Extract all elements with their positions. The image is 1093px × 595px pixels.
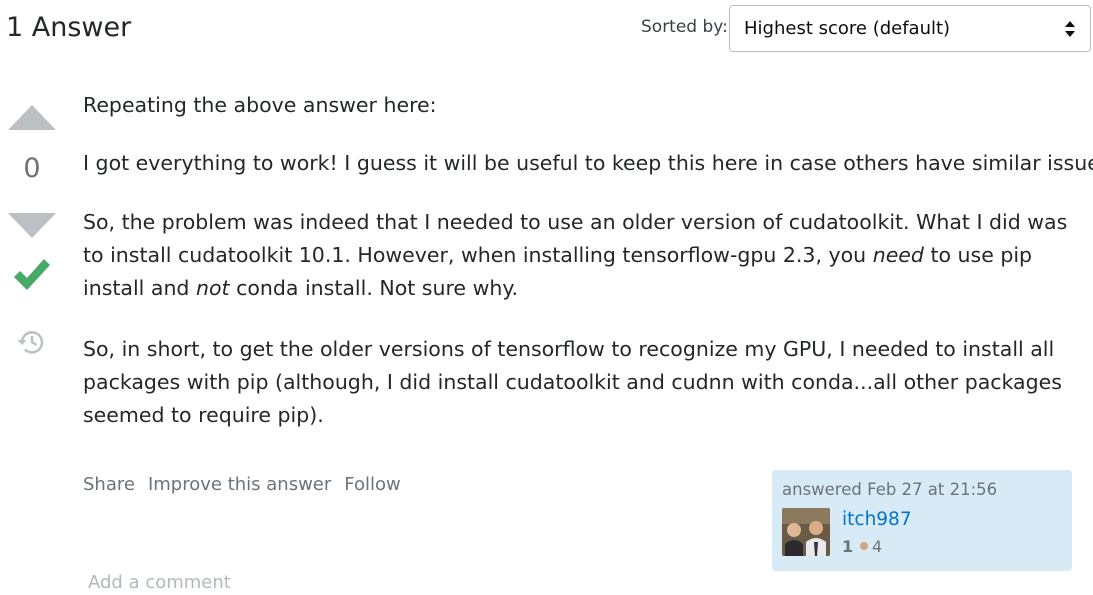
checkmark-icon: [14, 259, 50, 290]
sort-select[interactable]: Highest score (default): [729, 5, 1091, 52]
emphasis-text: not: [195, 276, 230, 300]
follow-link[interactable]: Follow: [344, 474, 400, 495]
answers-count-title: 1 Answer: [6, 12, 132, 43]
bronze-badge-value: 4: [872, 537, 883, 556]
arrow-down-icon[interactable]: [8, 213, 56, 238]
sort-selected-value: Highest score (default): [744, 18, 951, 39]
history-icon[interactable]: [17, 328, 47, 356]
add-comment-link[interactable]: Add a comment: [88, 572, 231, 593]
emphasis-text: need: [872, 243, 924, 267]
answer-paragraph: I got everything to work! I guess it wil…: [83, 151, 1093, 175]
share-link[interactable]: Share: [83, 474, 135, 495]
arrow-up-icon[interactable]: [8, 105, 56, 130]
answered-timestamp: answered Feb 27 at 21:56: [782, 480, 998, 499]
post-menu: Share Improve this answer Follow: [83, 474, 414, 495]
reputation-score: 1: [842, 537, 854, 556]
answer-paragraph: So, the problem was indeed that I needed…: [83, 206, 1073, 305]
avatar[interactable]: [782, 508, 830, 556]
improve-answer-link[interactable]: Improve this answer: [148, 474, 331, 495]
bronze-badge-icon: [860, 542, 868, 550]
answer-paragraph: Repeating the above answer here:: [83, 93, 437, 117]
sort-arrows-icon: [1065, 21, 1075, 37]
vote-count: 0: [23, 153, 41, 184]
avatar-image: [782, 508, 830, 556]
answer-text: conda install. Not sure why.: [229, 276, 519, 300]
user-card: answered Feb 27 at 21:56 itch987 1 4: [772, 470, 1072, 571]
sort-label: Sorted by:: [641, 17, 728, 37]
bronze-badge-count: 4: [860, 537, 882, 556]
answer-paragraph: So, in short, to get the older versions …: [83, 337, 1062, 427]
user-name-link[interactable]: itch987: [842, 509, 912, 530]
